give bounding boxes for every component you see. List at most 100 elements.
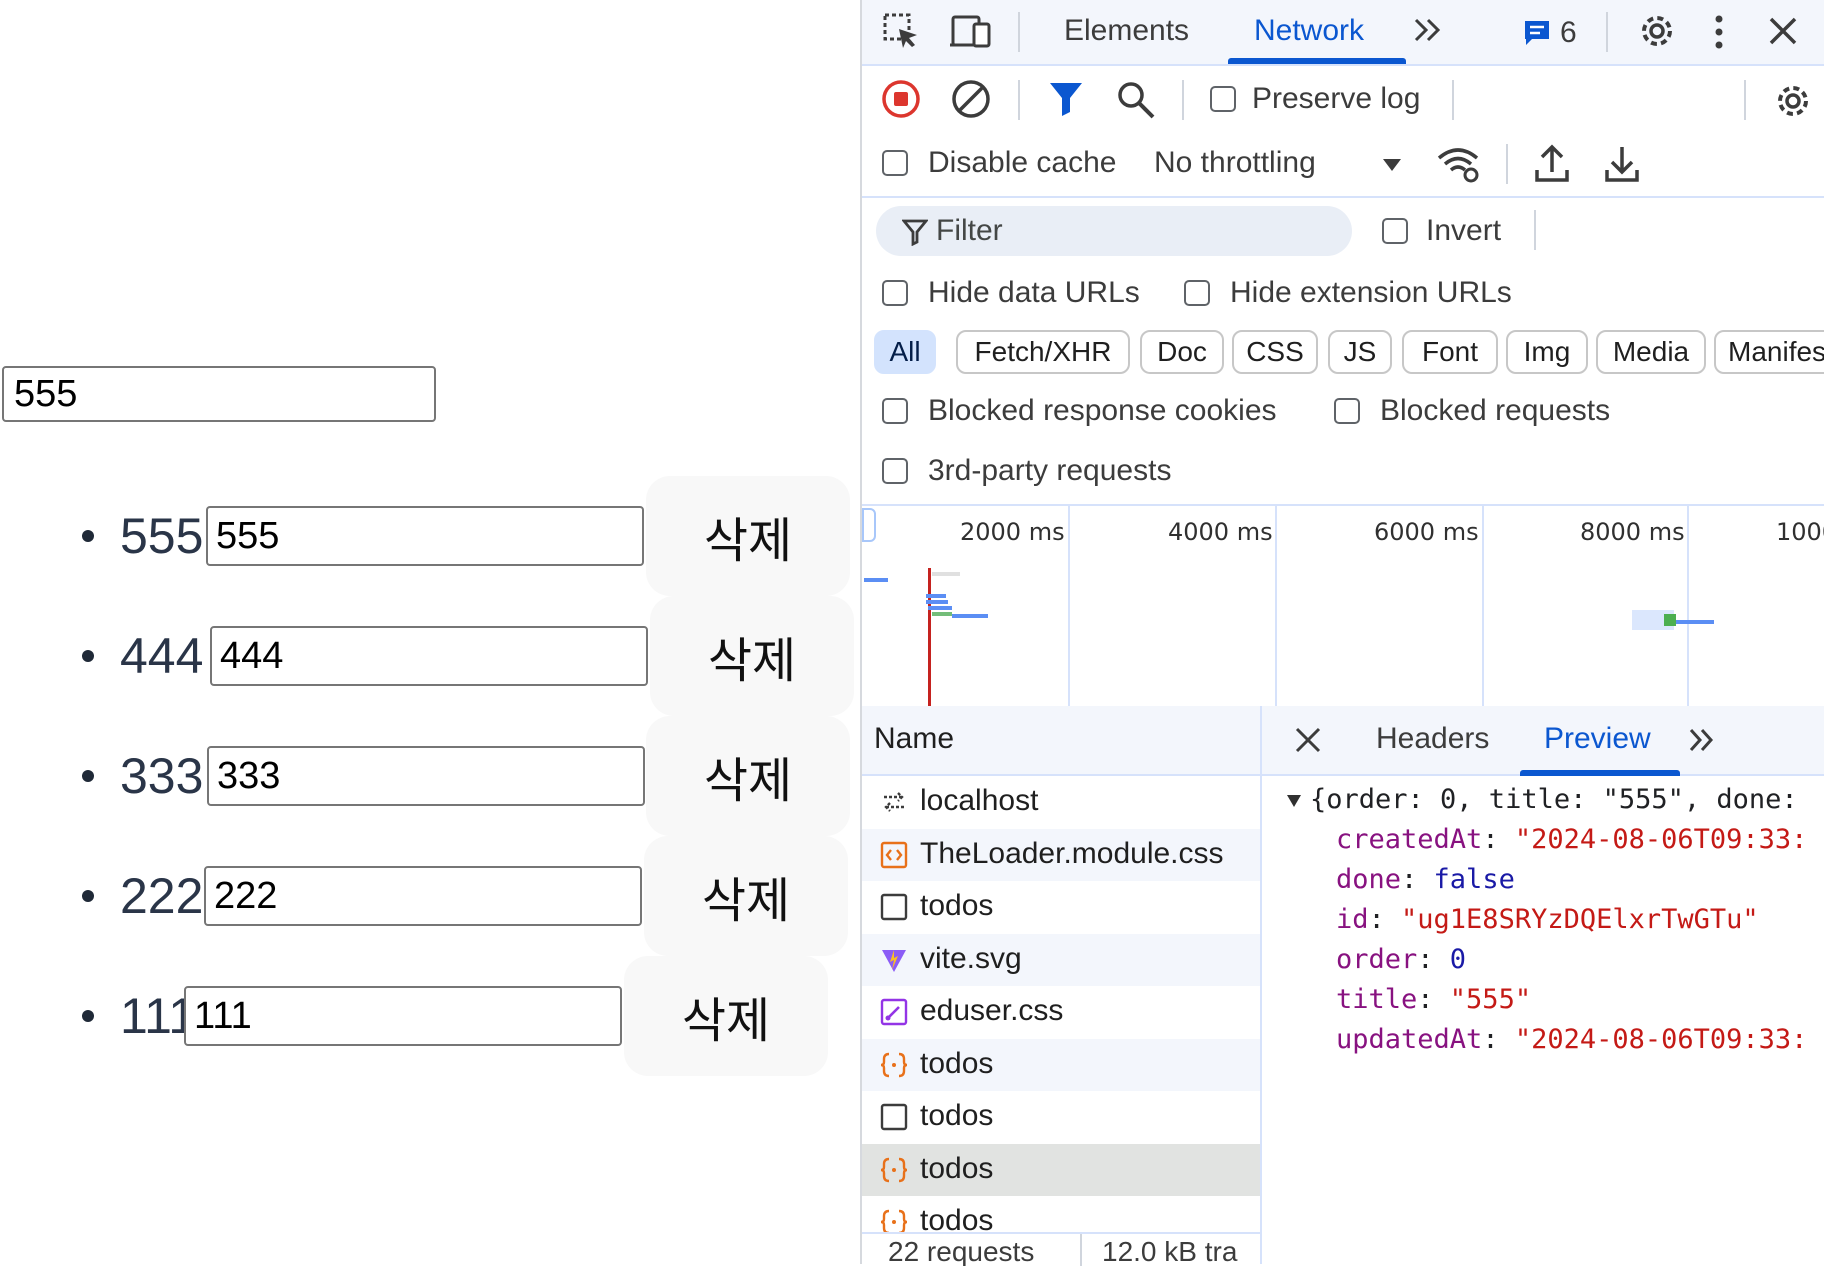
export-har-icon[interactable] (1604, 144, 1640, 184)
todo-edit-input[interactable] (207, 746, 645, 806)
delete-button[interactable]: 삭제 (646, 476, 850, 596)
request-row[interactable]: eduser.css (862, 986, 1260, 1039)
json-value: "555" (1449, 984, 1532, 1015)
more-tabs-icon[interactable] (1410, 12, 1446, 48)
todo-edit-input[interactable] (204, 866, 642, 926)
delete-button[interactable]: 삭제 (650, 596, 854, 716)
request-row[interactable]: vite.svg (862, 933, 1260, 986)
network-settings-gear-icon[interactable] (1772, 80, 1814, 122)
request-list-header[interactable]: Name (862, 706, 1260, 776)
list-bullet (82, 770, 94, 782)
search-icon[interactable] (1116, 80, 1156, 120)
type-filter-all[interactable]: All (874, 330, 936, 374)
preserve-log-checkbox[interactable] (1210, 86, 1236, 112)
divider (1506, 144, 1508, 184)
request-row[interactable]: localhost (862, 776, 1260, 829)
json-key: id (1336, 904, 1369, 935)
delete-button[interactable]: 삭제 (624, 956, 828, 1076)
tab-preview[interactable]: Preview (1544, 722, 1651, 756)
request-row-selected[interactable]: todos (862, 1143, 1260, 1196)
network-overview-timeline[interactable]: 2000 ms 4000 ms 6000 ms 8000 ms 10000 ms (862, 504, 1824, 710)
hide-data-urls-checkbox[interactable] (882, 280, 908, 306)
column-header-name[interactable]: Name (874, 722, 954, 756)
tab-headers[interactable]: Headers (1376, 722, 1489, 756)
json-value: "2024-08-06T09:33: (1514, 824, 1808, 855)
type-filter-doc[interactable]: Doc (1140, 330, 1224, 374)
delete-button[interactable]: 삭제 (644, 836, 848, 956)
request-bar (1664, 614, 1676, 626)
third-party-requests-checkbox[interactable] (882, 458, 908, 484)
clear-icon[interactable] (950, 78, 992, 120)
request-name: vite.svg (920, 941, 1022, 975)
divider (1606, 12, 1608, 52)
expand-triangle-icon[interactable] (1286, 794, 1302, 808)
json-property: order: 0 (1336, 944, 1467, 975)
divider (1452, 80, 1454, 120)
more-options-icon[interactable] (1712, 12, 1726, 52)
todo-item: 333 삭제 (0, 716, 850, 836)
request-list: localhost TheLoader.module.css todos vit… (862, 776, 1260, 1249)
new-todo-input[interactable] (2, 366, 436, 422)
third-party-requests-label: 3rd-party requests (928, 454, 1172, 487)
settings-gear-icon[interactable] (1636, 10, 1678, 52)
json-key: done (1336, 864, 1402, 895)
overview-range-handle[interactable] (862, 508, 876, 542)
record-stop-icon[interactable] (880, 78, 922, 120)
divider (1534, 210, 1536, 250)
type-filter-media[interactable]: Media (1596, 330, 1706, 374)
blocked-requests-checkbox[interactable] (1334, 398, 1360, 424)
type-filter-css[interactable]: CSS (1232, 330, 1318, 374)
more-tabs-icon[interactable] (1686, 724, 1718, 756)
issues-count[interactable]: 6 (1560, 16, 1577, 50)
request-name: todos (920, 1046, 994, 1080)
hide-extension-urls-checkbox[interactable] (1184, 280, 1210, 306)
type-filter-manifest[interactable]: Manifest (1714, 330, 1824, 374)
tab-elements[interactable]: Elements (1064, 14, 1189, 48)
stylesheet-icon (880, 998, 908, 1026)
grid-line (1687, 506, 1689, 706)
network-conditions-icon[interactable] (1436, 144, 1482, 184)
invert-checkbox[interactable] (1382, 218, 1408, 244)
dropdown-arrow-icon[interactable] (1382, 158, 1402, 172)
filter-funnel-icon[interactable] (1048, 80, 1084, 118)
active-tab-indicator (1520, 770, 1680, 776)
request-name: TheLoader.module.css (920, 836, 1224, 870)
request-row[interactable]: todos (862, 1038, 1260, 1091)
request-row[interactable]: todos (862, 881, 1260, 934)
todo-item: 555 삭제 (0, 476, 850, 596)
request-bar (932, 612, 952, 616)
request-bar (864, 578, 888, 582)
type-filter-font[interactable]: Font (1402, 330, 1498, 374)
type-filter-js[interactable]: JS (1328, 330, 1392, 374)
active-tab-indicator (1228, 58, 1406, 64)
issues-icon[interactable] (1522, 18, 1552, 48)
json-property: updatedAt: "2024-08-06T09:33: (1336, 1024, 1808, 1055)
type-filter-fetch-xhr[interactable]: Fetch/XHR (956, 330, 1130, 374)
delete-button[interactable]: 삭제 (646, 716, 850, 836)
timeline-label: 4000 ms (1168, 518, 1273, 546)
json-key: title (1336, 984, 1418, 1015)
todo-edit-input[interactable] (206, 506, 644, 566)
divider (1080, 1234, 1082, 1266)
disable-cache-checkbox[interactable] (882, 150, 908, 176)
import-har-icon[interactable] (1534, 144, 1570, 184)
json-property: createdAt: "2024-08-06T09:33: (1336, 824, 1808, 855)
type-filter-img[interactable]: Img (1506, 330, 1588, 374)
close-icon[interactable] (1766, 14, 1800, 48)
request-row[interactable]: todos (862, 1091, 1260, 1144)
inspect-element-icon[interactable] (882, 12, 920, 50)
todo-edit-input[interactable] (210, 626, 648, 686)
todo-edit-input[interactable] (184, 986, 622, 1046)
json-object-summary[interactable]: {order: 0, title: "555", done: (1286, 784, 1798, 815)
filter-input[interactable]: Filter (876, 206, 1352, 256)
status-bar: 22 requests 12.0 kB tra (862, 1232, 1260, 1266)
devtools-panel: Elements Network 6 Preserve log Disable … (860, 0, 1824, 1266)
blocked-response-cookies-checkbox[interactable] (882, 398, 908, 424)
request-bar (1676, 620, 1714, 624)
device-toolbar-icon[interactable] (950, 12, 992, 50)
tab-network[interactable]: Network (1254, 14, 1364, 48)
close-detail-icon[interactable] (1294, 726, 1322, 754)
request-row[interactable]: TheLoader.module.css (862, 828, 1260, 881)
json-property: done: false (1336, 864, 1515, 895)
throttling-select[interactable]: No throttling (1154, 146, 1316, 180)
